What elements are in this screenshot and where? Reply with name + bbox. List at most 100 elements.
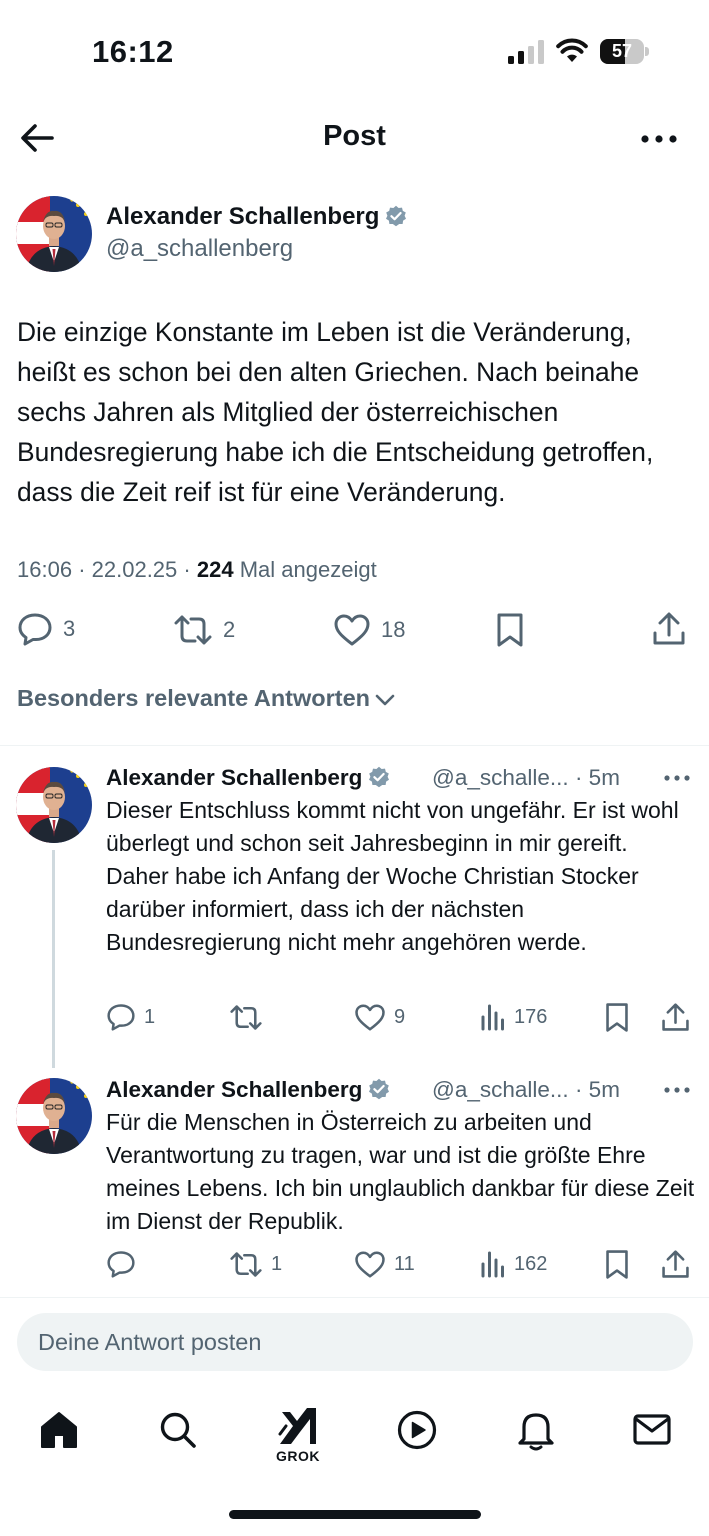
repost-button[interactable]: 2 bbox=[173, 614, 235, 646]
repost-icon bbox=[230, 1005, 262, 1030]
verified-badge-icon bbox=[369, 766, 390, 788]
notifications-icon bbox=[518, 1413, 554, 1451]
analytics-icon bbox=[481, 1251, 504, 1278]
bookmark-icon bbox=[497, 613, 523, 647]
share-icon bbox=[653, 612, 685, 645]
home-indicator bbox=[229, 1510, 481, 1519]
reply-button[interactable]: 3 bbox=[17, 612, 75, 646]
replies-sort-dropdown[interactable]: Besonders relevante Antworten bbox=[17, 685, 396, 712]
reply-icon bbox=[18, 613, 52, 646]
repost-count: 2 bbox=[223, 617, 236, 642]
reply-text: Für die Menschen in Österreich zu arbeit… bbox=[106, 1109, 695, 1234]
more-options-icon[interactable] bbox=[638, 124, 680, 154]
analytics-icon bbox=[481, 1004, 504, 1031]
views-button[interactable]: 162 bbox=[480, 1250, 547, 1278]
reply-author-handle[interactable]: @a_schalle... · 5m bbox=[432, 765, 620, 791]
reply-compose-box[interactable] bbox=[17, 1313, 693, 1371]
home-icon bbox=[41, 1412, 77, 1448]
avatar[interactable] bbox=[16, 196, 92, 272]
verified-badge-icon bbox=[369, 1078, 390, 1100]
like-button[interactable]: 11 bbox=[354, 1250, 415, 1279]
post-meta: 16:06 · 22.02.25 · 224 Mal angezeigt bbox=[17, 557, 377, 582]
view-count: 176 bbox=[514, 1005, 548, 1028]
tab-video[interactable] bbox=[391, 1400, 443, 1460]
share-button[interactable] bbox=[661, 1002, 690, 1033]
author-name[interactable]: Alexander Schallenberg bbox=[106, 203, 407, 231]
replies-sort-label[interactable]: Besonders relevante Antworten bbox=[17, 685, 370, 711]
share-icon bbox=[662, 1250, 689, 1278]
more-options-icon[interactable] bbox=[662, 1085, 692, 1095]
repost-count: 1 bbox=[271, 1253, 283, 1275]
grok-label: GROK bbox=[276, 1448, 320, 1464]
reply-handle-text[interactable]: @a_schalle... bbox=[432, 1077, 569, 1102]
post-view-label: Mal angezeigt bbox=[239, 557, 377, 582]
avatar[interactable] bbox=[16, 767, 92, 843]
like-count: 11 bbox=[394, 1253, 415, 1275]
like-count: 9 bbox=[394, 1006, 406, 1028]
reply-author-name-text[interactable]: Alexander Schallenberg bbox=[106, 765, 362, 790]
repost-button[interactable]: 1 bbox=[229, 1251, 282, 1278]
wifi-icon bbox=[556, 38, 588, 62]
tab-notifications[interactable] bbox=[510, 1400, 562, 1460]
repost-icon bbox=[230, 1252, 262, 1277]
reply-button[interactable]: 1 bbox=[106, 1003, 155, 1031]
thread-connector-line bbox=[52, 850, 55, 1068]
bookmark-button[interactable] bbox=[604, 1002, 630, 1033]
tab-search[interactable] bbox=[152, 1400, 204, 1460]
reply-input[interactable] bbox=[17, 1313, 693, 1371]
tab-home[interactable] bbox=[33, 1400, 85, 1460]
post-text: Die einzige Konstante im Leben ist die V… bbox=[17, 317, 654, 507]
divider bbox=[0, 1297, 709, 1298]
top-nav-bar: Post bbox=[0, 104, 709, 170]
divider bbox=[0, 745, 709, 746]
reply-count: 3 bbox=[63, 616, 76, 641]
repost-button[interactable] bbox=[229, 1004, 271, 1031]
heart-icon bbox=[355, 1251, 385, 1278]
reply-handle-text[interactable]: @a_schalle... bbox=[432, 765, 569, 790]
status-time: 16:12 bbox=[92, 34, 174, 69]
reply-icon bbox=[107, 1004, 135, 1031]
grok-icon bbox=[278, 1408, 316, 1444]
avatar[interactable] bbox=[16, 1078, 92, 1154]
status-bar: 16:12 57 bbox=[0, 0, 709, 100]
view-count: 162 bbox=[514, 1252, 548, 1275]
heart-icon bbox=[334, 614, 370, 646]
reply-age: · 5m bbox=[574, 1077, 620, 1102]
reply-icon bbox=[107, 1251, 135, 1278]
bookmark-button[interactable] bbox=[495, 612, 525, 648]
reply-text: Dieser Entschluss kommt nicht von ungefä… bbox=[106, 797, 679, 955]
post-date: 22.02.25 bbox=[91, 557, 178, 582]
like-count: 18 bbox=[381, 617, 406, 642]
repost-icon bbox=[174, 615, 212, 645]
search-icon bbox=[160, 1412, 196, 1448]
bookmark-icon bbox=[606, 1003, 628, 1032]
heart-icon bbox=[355, 1004, 385, 1031]
post-time: 16:06 bbox=[17, 557, 73, 582]
reply-author-name[interactable]: Alexander Schallenberg bbox=[106, 765, 390, 791]
author-name-text[interactable]: Alexander Schallenberg bbox=[106, 203, 379, 230]
author-handle[interactable]: @a_schallenberg bbox=[106, 235, 293, 263]
signal-icon bbox=[508, 40, 544, 64]
reply-author-name-text[interactable]: Alexander Schallenberg bbox=[106, 1077, 362, 1102]
reply-author-handle[interactable]: @a_schalle... · 5m bbox=[432, 1077, 620, 1103]
reply-author-name[interactable]: Alexander Schallenberg bbox=[106, 1077, 390, 1103]
battery-icon: 57 bbox=[600, 39, 649, 64]
more-options-icon[interactable] bbox=[662, 773, 692, 783]
like-button[interactable]: 18 bbox=[333, 613, 405, 647]
page-title: Post bbox=[323, 120, 386, 152]
chevron-down-icon bbox=[375, 694, 395, 706]
reply-count: 1 bbox=[144, 1005, 156, 1028]
like-button[interactable]: 9 bbox=[354, 1003, 405, 1032]
share-button[interactable] bbox=[661, 1249, 690, 1280]
bookmark-button[interactable] bbox=[604, 1249, 630, 1280]
video-icon bbox=[397, 1410, 437, 1450]
views-button[interactable]: 176 bbox=[480, 1003, 547, 1031]
reply-age: · 5m bbox=[574, 765, 620, 790]
battery-percentage: 57 bbox=[611, 41, 633, 61]
verified-badge-icon bbox=[386, 205, 407, 227]
reply-button[interactable] bbox=[106, 1250, 144, 1278]
share-icon bbox=[662, 1003, 689, 1031]
messages-icon bbox=[633, 1414, 671, 1445]
share-button[interactable] bbox=[652, 611, 686, 647]
tab-messages[interactable] bbox=[626, 1400, 678, 1460]
